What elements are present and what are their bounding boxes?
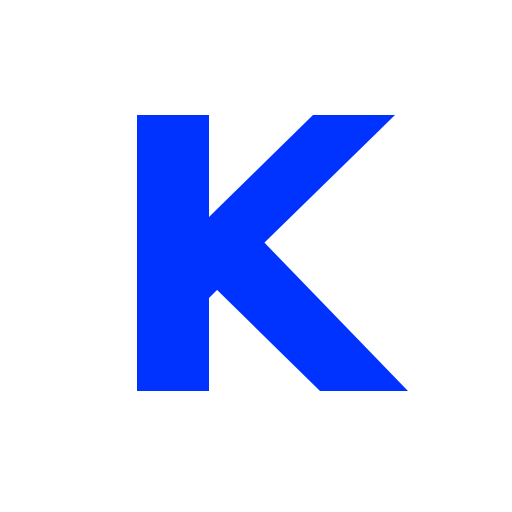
letter-k-lower-leg [209,236,408,391]
letter-k-glyph [137,115,408,391]
letter-k-canvas: K [0,0,512,512]
letter-k-stem [137,115,209,391]
